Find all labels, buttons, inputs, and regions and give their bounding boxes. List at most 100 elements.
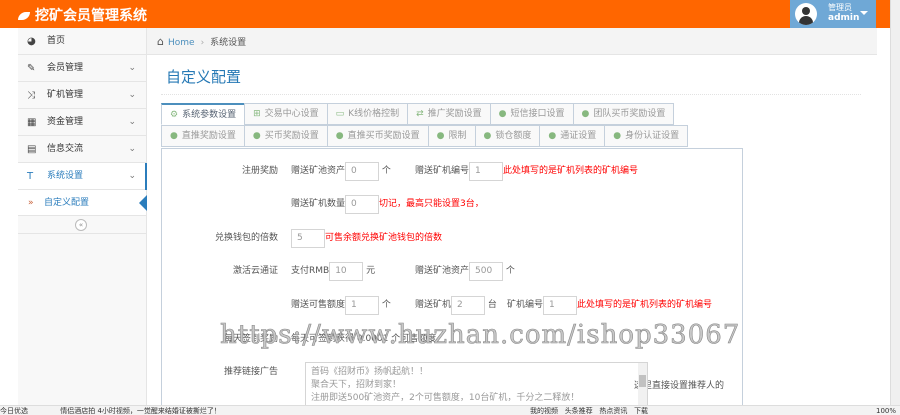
daily-checkin-label: 每天签到奖励	[223, 334, 278, 344]
tab-promotion-reward[interactable]: ⇄ 推广奖励设置	[407, 103, 491, 125]
tab-label: 身份认证设置	[625, 131, 680, 141]
activate-pay-input[interactable]: 10	[329, 261, 364, 281]
user-icon: ●	[613, 131, 622, 141]
hint-text: 此处填写的是矿机列表的矿机编号	[577, 300, 713, 310]
caret-down-icon	[860, 11, 868, 19]
divider	[161, 94, 861, 95]
double-angle-right-icon: »	[28, 198, 34, 208]
sidebar-subitem-label: 自定义配置	[44, 198, 90, 208]
dashboard-icon: ◕	[27, 36, 36, 47]
exchange-multiplier-label: 兑换钱包的倍数	[214, 233, 278, 243]
sidebar-item-funds[interactable]: ▦ 资金管理 ⌄	[18, 109, 146, 136]
activate-machine-input[interactable]: 2	[451, 295, 486, 315]
user-icon: ●	[170, 131, 178, 141]
tab-label: 直推买币奖励设置	[347, 131, 420, 141]
user-name: admin	[828, 13, 860, 23]
field-label: 赠送矿机	[415, 300, 452, 310]
tab-system-params[interactable]: ⚙ 系统参数设置	[161, 103, 246, 125]
field-label: 赠送矿池资产	[415, 266, 470, 276]
status-item[interactable]: 下载	[634, 407, 648, 415]
leaf-icon	[18, 12, 30, 20]
user-icon: ●	[252, 131, 261, 141]
chevron-down-icon: ⌄	[128, 63, 136, 73]
tab-label: 锁仓额度	[495, 131, 532, 141]
sidebar-item-machines[interactable]: ⤨ 矿机管理 ⌄	[18, 82, 146, 109]
activate-machine-no-input[interactable]: 1	[543, 295, 578, 315]
textarea-line: 聚合天下，招财到家！	[311, 380, 402, 390]
user-icon: ●	[498, 109, 507, 119]
tab-sms-api[interactable]: ● 短信接口设置	[489, 103, 574, 125]
status-item[interactable]: 热点资讯	[599, 407, 627, 415]
sidebar-item-home[interactable]: ◕ 首页	[18, 28, 146, 55]
sidebar-item-label: 资金管理	[47, 117, 84, 127]
breadcrumb: ⌂ Home › 系统设置	[147, 28, 877, 55]
unit-label: 台	[487, 300, 497, 310]
tab-identity[interactable]: ● 身份认证设置	[604, 125, 689, 147]
exchange-icon: ⇄	[416, 109, 424, 119]
activate-token-label: 激活云通证	[232, 266, 278, 276]
user-role: 管理员	[828, 3, 852, 12]
status-item[interactable]: 头条推荐	[565, 407, 593, 415]
textarea-line: 首码《招财币》扬帆起航！！	[311, 367, 429, 377]
tab-lock-quota[interactable]: ● 锁仓额度	[474, 125, 541, 147]
register-machine-count-input[interactable]: 0	[345, 194, 380, 214]
sidebar: ◕ 首页 ✎ 会员管理 ⌄ ⤨ 矿机管理 ⌄ ▦ 资金管理 ⌄ ▤ 信息交流 ⌄ T 系统设置 ⌄ »…	[18, 28, 147, 405]
app-logo[interactable]: 挖矿会员管理系统	[18, 5, 147, 25]
activate-asset-input[interactable]: 500	[469, 261, 504, 281]
sidebar-item-messages[interactable]: ▤ 信息交流 ⌄	[18, 136, 146, 163]
register-asset-input[interactable]: 0	[345, 161, 380, 181]
unit-label: 个	[381, 166, 391, 176]
calendar-icon: ▦	[27, 117, 37, 128]
plus-square-icon: ⊞	[253, 109, 261, 119]
field-label: 赠送矿机数量	[291, 199, 346, 209]
zoom-level[interactable]: 100%	[876, 406, 896, 415]
app-title: 挖矿会员管理系统	[35, 8, 147, 24]
tab-team-buy-reward[interactable]: ● 团队买币奖励设置	[572, 103, 675, 125]
status-news[interactable]: 情侣酒店拍 4小时视频，一觉醒来结婚证被撕烂了！	[60, 407, 221, 415]
sidebar-item-label: 首页	[47, 36, 66, 46]
random-icon: ⤨	[27, 90, 35, 101]
tab-label: 推广奖励设置	[427, 109, 482, 119]
credit-card-icon: ▭	[335, 109, 345, 119]
chevron-down-icon: ⌄	[128, 117, 136, 127]
tab-direct-buy-reward[interactable]: ● 直推买币奖励设置	[326, 125, 429, 147]
tab-limit[interactable]: ● 限制	[427, 125, 476, 147]
sidebar-subitem-custom-config[interactable]: » 自定义配置	[18, 190, 147, 216]
user-icon: ●	[581, 109, 590, 119]
tab-direct-reward[interactable]: ● 直推奖励设置	[161, 125, 245, 147]
tab-token-settings[interactable]: ● 通证设置	[539, 125, 606, 147]
breadcrumb-home-link[interactable]: Home	[168, 38, 195, 48]
field-label: 赠送矿池资产	[291, 166, 346, 176]
daily-checkin-text: 每天可签到获得 0.0001 个可售额度	[291, 334, 437, 344]
sidebar-collapse: «	[18, 216, 146, 234]
tab-label: 通证设置	[560, 131, 597, 141]
breadcrumb-current: 系统设置	[210, 38, 247, 48]
tab-label: 短信接口设置	[510, 109, 565, 119]
textarea-scrollbar[interactable]	[638, 363, 647, 411]
tab-label: K线价格控制	[348, 109, 400, 119]
exchange-multiplier-input[interactable]: 5	[291, 228, 325, 248]
collapse-sidebar-button[interactable]: «	[75, 219, 87, 231]
tab-trade-center[interactable]: ⊞ 交易中心设置	[244, 103, 328, 125]
user-icon: ●	[548, 131, 557, 141]
edit-icon: ✎	[27, 63, 36, 74]
activate-quota-input[interactable]: 1	[345, 295, 380, 315]
tab-buy-reward[interactable]: ● 买币奖励设置	[243, 125, 328, 147]
referral-ad-label: 推荐链接广告	[223, 367, 278, 377]
user-menu[interactable]: 管理员 admin	[790, 0, 876, 28]
tab-label: 买币奖励设置	[264, 131, 319, 141]
hint-text: 切记，最高只能设置3台，	[379, 199, 484, 209]
status-item[interactable]: 我的视频	[530, 407, 558, 415]
text-icon: T	[27, 171, 34, 182]
tab-label: 团队买币奖励设置	[593, 109, 666, 119]
tab-label: 限制	[448, 131, 467, 141]
sidebar-item-members[interactable]: ✎ 会员管理 ⌄	[18, 55, 146, 82]
field-label: 赠送可售额度	[291, 300, 346, 310]
register-reward-label: 注册奖励	[241, 166, 278, 176]
page-scrollbar[interactable]	[890, 0, 900, 405]
chevron-down-icon: ⌄	[128, 144, 136, 154]
register-machine-no-input[interactable]: 1	[469, 161, 504, 181]
sidebar-item-settings[interactable]: T 系统设置 ⌄	[18, 163, 147, 190]
tab-kline-price[interactable]: ▭ K线价格控制	[326, 103, 409, 125]
list-icon: ▤	[27, 144, 37, 155]
